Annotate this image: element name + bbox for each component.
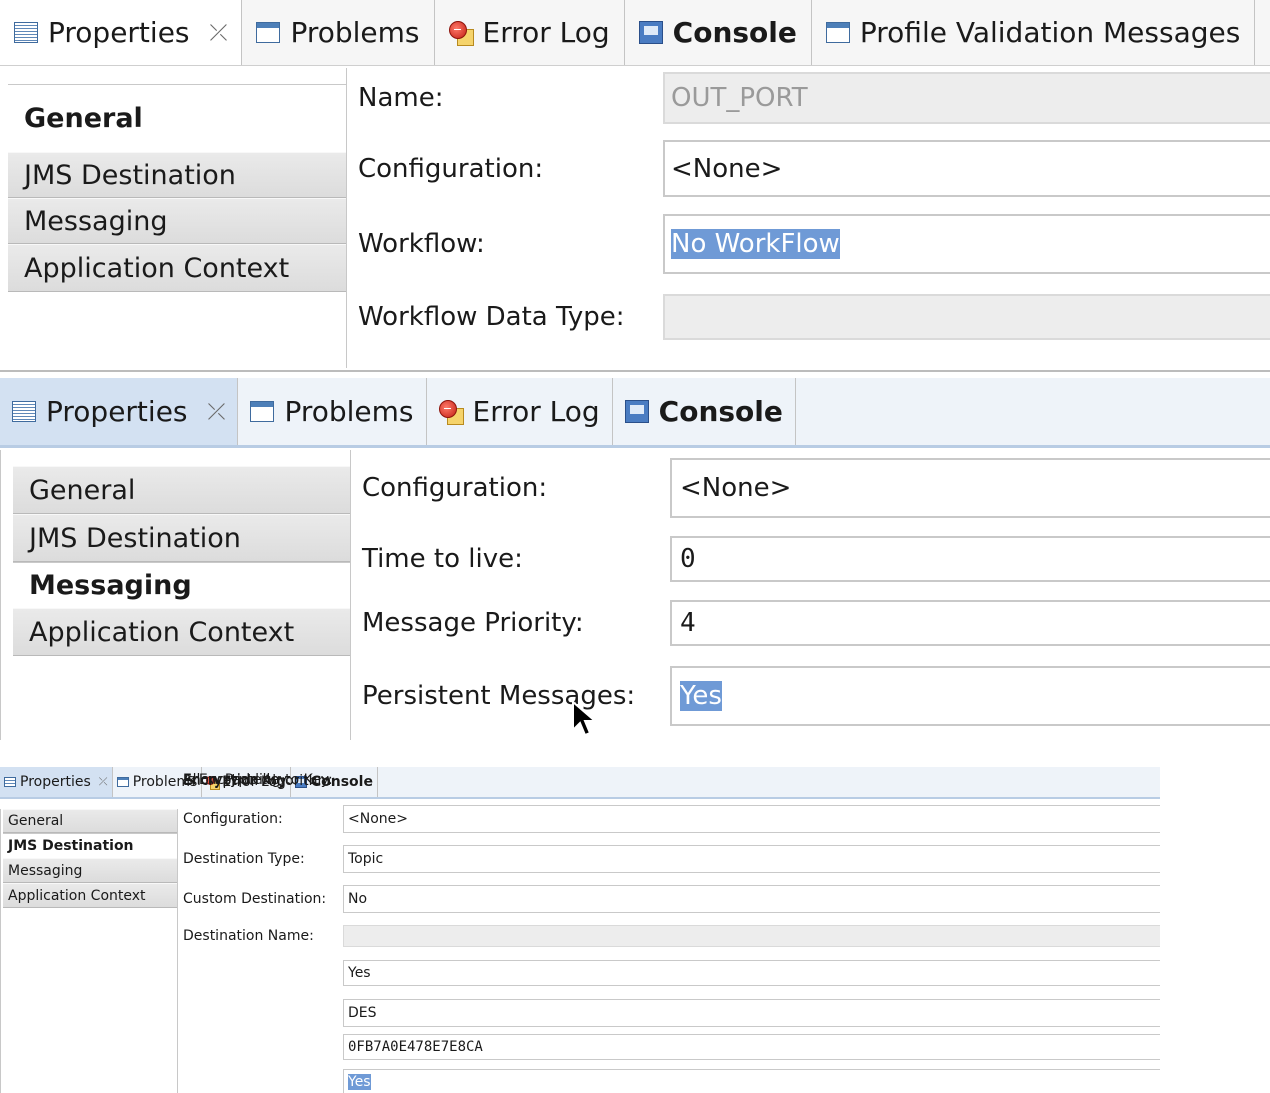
tab-properties[interactable]: Properties ⤫ — [0, 0, 243, 65]
tab-label: Console — [672, 16, 797, 49]
tab-properties[interactable]: Properties ⤫ — [0, 378, 239, 445]
field-value: 0FB7A0E478E7E8CA — [348, 1039, 483, 1055]
section-item-general[interactable]: General — [3, 809, 177, 833]
tab-label: Profile Validation Messages — [859, 16, 1241, 49]
field-value: <None> — [348, 811, 408, 827]
custom-destination-field[interactable]: No — [343, 885, 1160, 913]
configuration-field[interactable]: <None> — [663, 140, 1270, 197]
field-value: 4 — [680, 608, 696, 638]
view-tab-bar: Properties ⤫ Problems Error Log Console — [0, 767, 1160, 799]
console-icon — [624, 400, 649, 423]
close-tab-icon[interactable]: ⤫ — [99, 775, 108, 789]
field-label: Configuration: — [362, 473, 548, 503]
destination-type-field[interactable]: Topic — [343, 845, 1160, 873]
field-label: Destination Type: — [183, 851, 305, 867]
field-value: Yes — [348, 1074, 371, 1090]
destination-name-field[interactable] — [343, 925, 1160, 947]
tab-error-log[interactable]: Error Log — [435, 0, 625, 65]
encryption-algorithm-field[interactable]: DES — [343, 999, 1160, 1027]
panel-separator — [0, 370, 1270, 372]
tab-label: Error Log — [472, 395, 600, 428]
field-value: DES — [348, 1005, 377, 1021]
properties-panel-messaging: Properties ⤫ Problems Error Log Console Gene… — [0, 378, 1270, 740]
field-label: Name: — [358, 83, 444, 113]
tab-label: Problems — [290, 16, 420, 49]
tab-console[interactable]: Console — [625, 0, 812, 65]
tab-console[interactable]: Console — [613, 378, 796, 445]
field-label: Time to live: — [362, 544, 523, 574]
close-tab-icon[interactable]: ⤫ — [210, 20, 228, 46]
problems-icon — [256, 22, 281, 43]
configuration-field[interactable]: <None> — [343, 805, 1160, 833]
field-label: Message Priority: — [362, 608, 584, 638]
is-encrypted-field[interactable]: Yes — [343, 960, 1160, 986]
section-item-jms-destination[interactable]: JMS Destination — [8, 152, 346, 198]
properties-icon — [4, 776, 16, 788]
tab-profile-validation-messages[interactable]: Profile Validation Messages — [812, 0, 1256, 65]
field-value: 0 — [680, 544, 696, 574]
persistent-messages-field[interactable]: Yes — [670, 666, 1270, 726]
problems-icon — [116, 776, 129, 788]
problems-icon — [250, 401, 275, 422]
tab-label: Properties — [20, 774, 91, 790]
section-item-jms-destination[interactable]: JMS Destination — [3, 833, 177, 858]
properties-panel-general: Properties ⤫ Problems Error Log Console Profi… — [0, 0, 1270, 375]
workflow-data-type-field[interactable] — [663, 294, 1270, 340]
tab-problems[interactable]: Problems — [242, 0, 435, 65]
properties-icon — [14, 22, 38, 43]
section-item-messaging[interactable]: Messaging — [8, 198, 346, 244]
field-value: Topic — [348, 851, 384, 867]
properties-section-list: General JMS Destination Messaging Applicati… — [0, 68, 347, 368]
section-item-application-context[interactable]: Application Context — [3, 883, 177, 908]
field-label: Configuration: — [358, 153, 544, 184]
field-value: OUT_PORT — [671, 83, 808, 113]
view-tab-bar: Properties ⤫ Problems Error Log Console — [0, 378, 1270, 448]
error-log-icon — [448, 20, 475, 47]
close-tab-icon[interactable]: ⤫ — [208, 399, 226, 425]
view-tab-bar: Properties ⤫ Problems Error Log Console Profi… — [0, 0, 1270, 66]
encryption-key-field[interactable]: 0FB7A0E478E7E8CA — [343, 1034, 1160, 1060]
field-label: Custom Destination: — [183, 891, 327, 907]
field-label: Allow Padding to Key: — [183, 772, 333, 788]
section-item-messaging[interactable]: Messaging — [13, 562, 350, 608]
tab-label: Properties — [46, 395, 188, 428]
tab-error-log[interactable]: Error Log — [427, 378, 613, 445]
section-item-application-context[interactable]: Application Context — [13, 608, 350, 656]
field-label: Configuration: — [183, 811, 283, 827]
error-log-icon — [438, 399, 465, 426]
mouse-cursor-icon — [572, 700, 598, 737]
field-value: Yes — [348, 965, 371, 981]
properties-section-list: General JMS Destination Messaging Applicati… — [0, 809, 178, 1093]
workflow-field[interactable]: No WorkFlow — [663, 214, 1270, 274]
tab-problems[interactable]: Problems — [238, 378, 427, 445]
section-item-messaging[interactable]: Messaging — [3, 858, 177, 883]
field-value: <None> — [671, 153, 783, 184]
name-field[interactable]: OUT_PORT — [663, 72, 1270, 124]
field-label: Workflow Data Type: — [358, 302, 625, 332]
message-priority-field[interactable]: 4 — [670, 600, 1270, 646]
problems-icon — [825, 22, 850, 43]
properties-icon — [12, 401, 36, 422]
field-value: No — [348, 891, 368, 907]
field-label: Destination Name: — [183, 928, 314, 944]
allow-padding-to-key-field[interactable]: Yes — [343, 1069, 1160, 1093]
section-item-application-context[interactable]: Application Context — [8, 244, 346, 292]
field-label: Workflow: — [358, 229, 485, 259]
field-value: <None> — [680, 473, 792, 503]
field-value: Yes — [680, 681, 722, 711]
time-to-live-field[interactable]: 0 — [670, 536, 1270, 582]
section-item-jms-destination[interactable]: JMS Destination — [13, 514, 350, 562]
properties-section-list: General JMS Destination Messaging Applicati… — [0, 450, 351, 740]
console-icon — [638, 21, 663, 44]
section-item-general[interactable]: General — [8, 84, 346, 152]
tab-label: Problems — [284, 395, 414, 428]
tab-label: Properties — [48, 16, 190, 49]
configuration-field[interactable]: <None> — [670, 458, 1270, 518]
properties-panel-jms-destination: Properties ⤫ Problems Error Log Console Gene… — [0, 767, 1160, 1093]
tab-properties[interactable]: Properties ⤫ — [0, 767, 113, 797]
tab-label: Error Log — [482, 16, 610, 49]
section-item-general[interactable]: General — [13, 466, 350, 514]
tab-label: Console — [658, 395, 783, 428]
field-value: No WorkFlow — [671, 229, 840, 259]
